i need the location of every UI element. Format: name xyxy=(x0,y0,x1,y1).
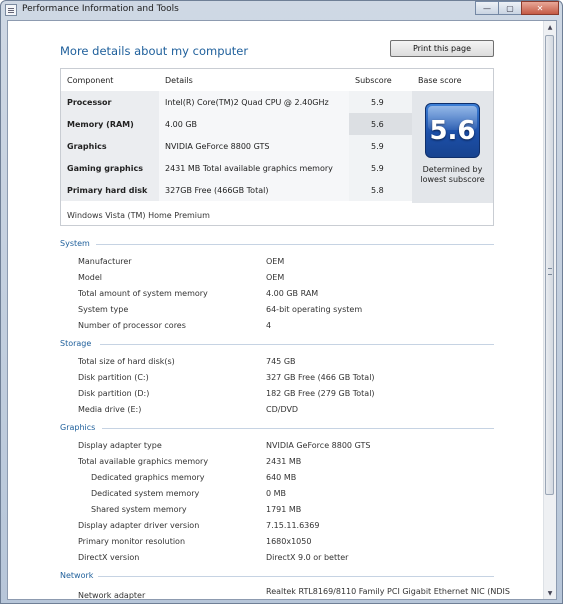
info-label: Dedicated graphics memory xyxy=(91,473,205,482)
component-name: Primary hard disk xyxy=(67,186,148,195)
section-title: Network xyxy=(60,571,94,580)
info-value: NVIDIA GeForce 8800 GTS xyxy=(266,441,371,450)
score-row-processor: Processor Intel(R) Core(TM)2 Quad CPU @ … xyxy=(61,91,412,113)
header-component: Component xyxy=(67,76,114,85)
info-value: 64-bit operating system xyxy=(266,305,363,314)
component-subscore: 5.6 xyxy=(371,120,384,129)
details-content: More details about my computer Print thi… xyxy=(8,21,543,599)
score-table: Component Details Subscore Base score Pr… xyxy=(60,68,494,226)
component-subscore: 5.9 xyxy=(371,98,384,107)
info-value: 7.15.11.6369 xyxy=(266,521,320,530)
info-label: Disk partition (C:) xyxy=(78,373,149,382)
info-label: Manufacturer xyxy=(78,257,132,266)
info-label: Total size of hard disk(s) xyxy=(78,357,175,366)
info-value: OEM xyxy=(266,273,285,282)
component-details: 327GB Free (466GB Total) xyxy=(165,186,269,195)
base-score-badge: 5.6 xyxy=(425,103,480,158)
score-row-hard-disk: Primary hard disk 327GB Free (466GB Tota… xyxy=(61,179,412,201)
maximize-button[interactable]: ▢ xyxy=(498,1,522,15)
info-label: Media drive (E:) xyxy=(78,405,142,414)
score-table-header: Component Details Subscore Base score xyxy=(61,69,493,92)
app-icon xyxy=(5,4,17,16)
scrollbar-thumb[interactable] xyxy=(545,35,554,495)
component-name: Graphics xyxy=(67,142,107,151)
close-button[interactable]: ✕ xyxy=(521,1,559,15)
component-details: 4.00 GB xyxy=(165,120,198,129)
info-label: Display adapter type xyxy=(78,441,162,450)
section-title: Graphics xyxy=(60,423,96,432)
info-label: Number of processor cores xyxy=(78,321,186,330)
vertical-scrollbar[interactable]: ▲ ▼ xyxy=(543,21,556,599)
info-value: 640 MB xyxy=(266,473,297,482)
info-label: Shared system memory xyxy=(91,505,187,514)
info-value: 327 GB Free (466 GB Total) xyxy=(266,373,375,382)
info-value: Realtek RTL8169/8110 Family PCI Gigabit … xyxy=(266,587,510,596)
info-label: Total available graphics memory xyxy=(78,457,209,466)
info-value: 4.00 GB RAM xyxy=(266,289,319,298)
score-row-memory: Memory (RAM) 4.00 GB 5.6 xyxy=(61,113,412,135)
info-value: CD/DVD xyxy=(266,405,299,414)
info-value: 1680x1050 xyxy=(266,537,312,546)
page-title: More details about my computer xyxy=(60,44,249,58)
base-score-caption: Determined by lowest subscore xyxy=(412,165,493,185)
component-name: Memory (RAM) xyxy=(67,120,134,129)
section-graphics: Graphics xyxy=(60,423,494,432)
component-details: NVIDIA GeForce 8800 GTS xyxy=(165,142,270,151)
info-label: Primary monitor resolution xyxy=(78,537,186,546)
component-subscore: 5.9 xyxy=(371,164,384,173)
info-label: System type xyxy=(78,305,129,314)
info-label: Total amount of system memory xyxy=(78,289,208,298)
info-label: Model xyxy=(78,273,103,282)
component-subscore: 5.9 xyxy=(371,142,384,151)
section-storage: Storage xyxy=(60,339,494,348)
score-row-graphics: Graphics NVIDIA GeForce 8800 GTS 5.9 xyxy=(61,135,412,157)
section-system: System xyxy=(60,239,494,248)
section-network: Network xyxy=(60,571,494,580)
section-title: System xyxy=(60,239,90,248)
component-name: Gaming graphics xyxy=(67,164,143,173)
info-value: 2431 MB xyxy=(266,457,302,466)
info-value: 182 GB Free (279 GB Total) xyxy=(266,389,375,398)
component-name: Processor xyxy=(67,98,112,107)
base-score-panel: 5.6 Determined by lowest subscore xyxy=(412,91,493,203)
base-caption-line-2: lowest subscore xyxy=(420,175,485,184)
scroll-up-arrow-icon[interactable]: ▲ xyxy=(544,21,556,33)
info-value: 4 xyxy=(266,321,272,330)
info-label: Disk partition (D:) xyxy=(78,389,150,398)
info-label: Display adapter driver version xyxy=(78,521,200,530)
header-details: Details xyxy=(165,76,193,85)
component-details: Intel(R) Core(TM)2 Quad CPU @ 2.40GHz xyxy=(165,98,329,107)
window-title: Performance Information and Tools xyxy=(22,4,179,14)
info-value: 745 GB xyxy=(266,357,296,366)
info-value: OEM xyxy=(266,257,285,266)
info-value: 1791 MB xyxy=(266,505,302,514)
print-button[interactable]: Print this page xyxy=(390,40,494,57)
component-subscore: 5.8 xyxy=(371,186,384,195)
info-label: DirectX version xyxy=(78,553,140,562)
header-base-score: Base score xyxy=(418,76,462,85)
minimize-button[interactable]: — xyxy=(475,1,499,15)
os-edition: Windows Vista (TM) Home Premium xyxy=(67,211,210,220)
info-value: DirectX 9.0 or better xyxy=(266,553,349,562)
info-label: Dedicated system memory xyxy=(91,489,200,498)
score-row-gaming-graphics: Gaming graphics 2431 MB Total available … xyxy=(61,157,412,179)
base-caption-line-1: Determined by xyxy=(422,165,483,174)
client-area: More details about my computer Print thi… xyxy=(7,20,557,600)
info-value: 0 MB xyxy=(266,489,287,498)
info-label: Network adapter xyxy=(78,591,146,599)
section-title: Storage xyxy=(60,339,92,348)
scroll-down-arrow-icon[interactable]: ▼ xyxy=(544,587,556,599)
title-bar[interactable]: Performance Information and Tools — ▢ ✕ xyxy=(0,0,563,20)
window-controls: — ▢ ✕ xyxy=(475,1,559,16)
header-subscore: Subscore xyxy=(355,76,392,85)
component-details: 2431 MB Total available graphics memory xyxy=(165,164,333,173)
